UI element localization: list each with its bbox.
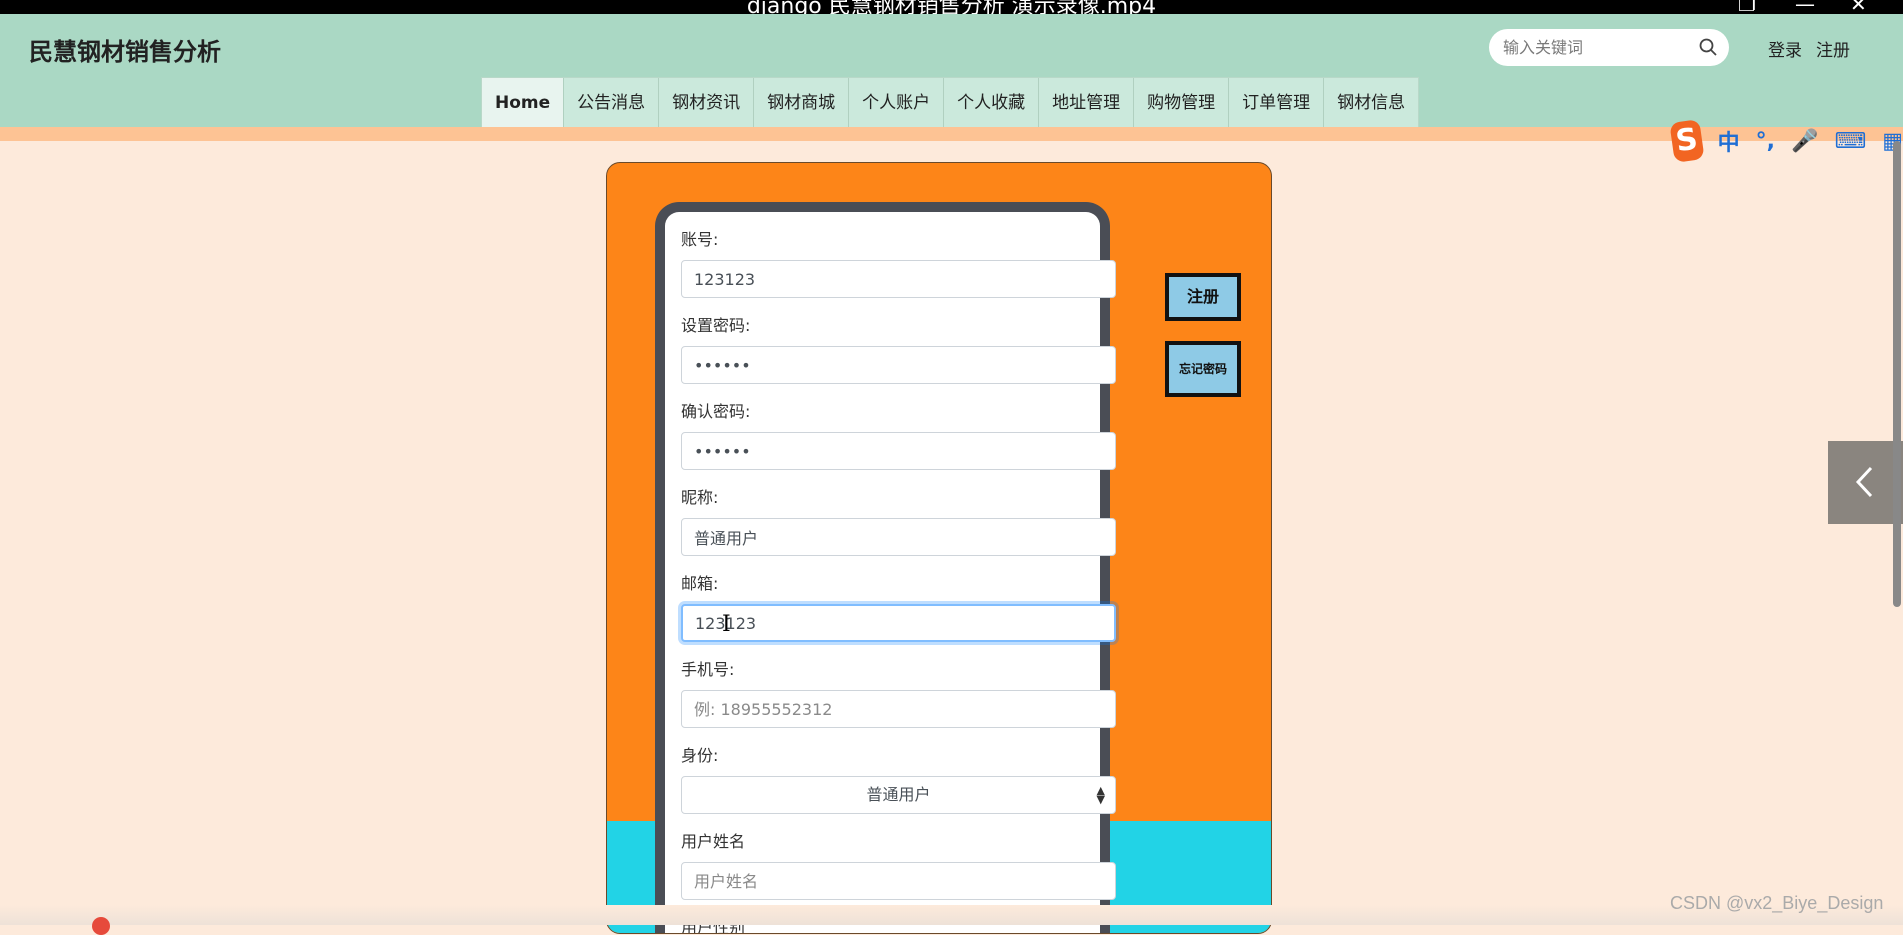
- close-icon[interactable]: ✕: [1850, 0, 1867, 14]
- search-icon[interactable]: [1699, 38, 1717, 56]
- nav-item-orders[interactable]: 订单管理: [1229, 78, 1325, 128]
- email-input[interactable]: [681, 604, 1116, 642]
- site-header: 民慧钢材销售分析 登录 注册 Home 公告消息 钢材资讯 钢材商城 个人账户 …: [0, 14, 1903, 129]
- text-cursor-icon: I: [722, 612, 731, 637]
- watermark: CSDN @vx2_Biye_Design: [1670, 893, 1884, 913]
- ime-microphone-icon[interactable]: 🎤: [1791, 129, 1818, 154]
- password-label: 设置密码:: [681, 316, 751, 335]
- record-indicator-icon: [92, 917, 110, 935]
- account-label: 账号:: [681, 230, 719, 249]
- register-form: 账号: 设置密码: 确认密码: 昵称: 邮箱: 手机号: 身份: 普通用户 ▲▼…: [665, 212, 1116, 933]
- nav-item-cart[interactable]: 购物管理: [1134, 78, 1230, 128]
- chevron-left-icon: [1855, 466, 1873, 498]
- nav-item-address[interactable]: 地址管理: [1039, 78, 1135, 128]
- confirm-password-label: 确认密码:: [681, 402, 751, 421]
- confirm-password-input[interactable]: [681, 432, 1116, 470]
- account-input[interactable]: [681, 260, 1116, 298]
- bottom-shadow: [0, 905, 1903, 925]
- select-arrows-icon: ▲ ▼: [1096, 784, 1105, 806]
- ime-chinese-mode-icon[interactable]: 中: [1718, 125, 1740, 157]
- phone-input[interactable]: [681, 690, 1116, 728]
- role-label: 身份:: [681, 746, 719, 765]
- phone-label: 手机号:: [681, 660, 735, 679]
- search-input[interactable]: [1501, 37, 1695, 58]
- forgot-password-button[interactable]: 忘记密码: [1165, 341, 1241, 397]
- nav-item-steel-info[interactable]: 钢材信息: [1324, 78, 1418, 128]
- ime-toolbar: S 中 °, 🎤 ⌨ ▦: [1669, 119, 1903, 163]
- nav-item-home[interactable]: Home: [482, 78, 565, 128]
- form-frame: 账号: 设置密码: 确认密码: 昵称: 邮箱: 手机号: 身份: 普通用户 ▲▼…: [655, 202, 1116, 933]
- nav-item-account[interactable]: 个人账户: [849, 78, 945, 128]
- realname-label: 用户姓名: [681, 832, 746, 851]
- site-brand[interactable]: 民慧钢材销售分析: [29, 32, 221, 67]
- side-collapse-tab[interactable]: [1828, 441, 1903, 524]
- video-title-bar: django 民慧钢材销售分析 演示录像.mp4 ❐ — ✕: [0, 0, 1903, 14]
- password-input[interactable]: [681, 346, 1116, 384]
- ime-keyboard-icon[interactable]: ⌨: [1834, 129, 1866, 154]
- login-link[interactable]: 登录: [1768, 36, 1802, 61]
- nickname-label: 昵称:: [681, 488, 719, 507]
- register-card: 账号: 设置密码: 确认密码: 昵称: 邮箱: 手机号: 身份: 普通用户 ▲▼…: [606, 162, 1272, 934]
- minimize-icon[interactable]: —: [1795, 0, 1815, 14]
- header-divider: [0, 127, 1903, 141]
- register-link[interactable]: 注册: [1816, 36, 1850, 61]
- register-button[interactable]: 注册: [1165, 273, 1241, 321]
- nav-item-favorites[interactable]: 个人收藏: [944, 78, 1040, 128]
- realname-input[interactable]: [681, 862, 1116, 900]
- main-nav: Home 公告消息 钢材资讯 钢材商城 个人账户 个人收藏 地址管理 购物管理 …: [481, 77, 1420, 129]
- email-label: 邮箱:: [681, 574, 719, 593]
- search-box: [1489, 29, 1729, 66]
- page-scrollbar[interactable]: [1893, 141, 1901, 607]
- sogou-logo-icon[interactable]: S: [1669, 119, 1705, 163]
- nav-item-announcements[interactable]: 公告消息: [564, 78, 660, 128]
- role-select[interactable]: 普通用户 ▲ ▼: [681, 776, 1116, 814]
- restore-icon[interactable]: ❐: [1738, 0, 1756, 14]
- nav-item-news[interactable]: 钢材资讯: [659, 78, 755, 128]
- ime-punctuation-icon[interactable]: °,: [1756, 129, 1775, 154]
- nickname-input[interactable]: [681, 518, 1116, 556]
- nav-item-mall[interactable]: 钢材商城: [754, 78, 850, 128]
- video-title: django 民慧钢材销售分析 演示录像.mp4: [746, 0, 1157, 14]
- role-select-value: 普通用户: [866, 785, 931, 804]
